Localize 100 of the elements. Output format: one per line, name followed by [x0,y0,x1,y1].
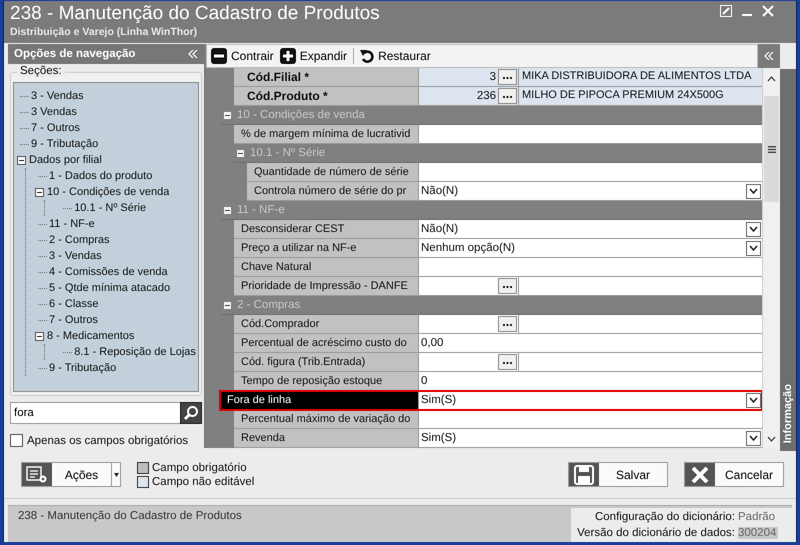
field-label: Quantidade de número de série [247,163,419,181]
tree-item[interactable]: 7 - Outros [49,314,98,326]
input-field[interactable]: 0 [419,372,762,390]
scrollbar-thumb[interactable] [764,96,779,202]
field-label: Preço a utilizar na NF-e [234,239,419,257]
expand-button[interactable]: Expandir [280,48,354,64]
chevron-down-icon [749,245,758,251]
ellipsis-button[interactable] [498,354,517,370]
minus-icon [211,48,227,64]
dropdown-button[interactable] [746,222,761,236]
expander-icon[interactable] [224,112,231,118]
lookup-field[interactable] [419,315,519,333]
actions-button[interactable]: Ações [21,462,121,488]
tree-item[interactable]: 9 - Tributação [31,138,98,150]
search-field[interactable]: fora [10,402,180,424]
cancel-button[interactable]: Cancelar [684,462,784,488]
field-value: 3 [490,71,496,83]
status-label: Versão do dicionário de dados: [577,527,735,540]
expander-icon[interactable] [237,150,244,156]
tree-item[interactable]: 10.1 - Nº Série [74,202,146,214]
collapse-button[interactable]: Contrair [211,48,280,64]
status-label: Configuração do dicionário: [594,511,735,524]
scrollbar[interactable] [762,68,780,448]
tree-item[interactable]: Dados por filial [29,154,102,166]
expander-icon[interactable] [35,332,44,340]
lookup-field[interactable]: 236 [419,87,519,105]
group-title: 10.1 - Nº Série [250,147,326,159]
plus-icon [280,48,296,64]
undo-icon [360,48,374,64]
lookup-field[interactable] [419,353,519,371]
legend-label: Campo não editável [152,476,254,488]
tree-item[interactable]: 3 - Vendas [49,250,102,262]
field-value: 236 [476,90,496,102]
dropdown-button[interactable] [746,240,761,256]
expander-icon[interactable] [35,188,44,196]
collapse-panel-icon [764,52,774,60]
legend-swatch [137,462,149,474]
field-label: Tempo de reposição estoque [234,372,419,390]
field-label: % de margem mínima de lucrativid [234,125,419,143]
caret-icon [114,472,118,477]
dropdown-field[interactable]: Nenhum opção(N) [419,239,762,257]
window-subtitle: Distribuição e Varejo (Linha WinThor) [10,26,198,38]
checkbox[interactable] [10,434,23,447]
expander-icon[interactable] [224,302,231,308]
dropdown-button[interactable] [746,430,761,446]
tree-item[interactable]: 8.1 - Reposição de Lojas [74,346,196,358]
chevron-down-icon [749,188,758,194]
tree-item[interactable]: 1 - Dados do produto [49,170,152,182]
field-label: Cód.Comprador [234,315,419,333]
dropdown-button[interactable] [746,392,761,408]
tree-item[interactable]: 10 - Condições de venda [47,186,170,198]
field-label: Percentual de acréscimo custo do [234,334,419,352]
ellipsis-button[interactable] [498,278,517,294]
scroll-up-icon [767,76,776,82]
group-title: 2 - Compras [237,299,300,311]
ellipsis-button[interactable] [498,316,517,332]
tree-item[interactable]: 7 - Outros [31,122,80,134]
tree-item[interactable]: 3 - Vendas [31,90,84,102]
search-button[interactable] [180,402,202,424]
description-text: MILHO DE PIPOCA PREMIUM 24X500G [522,89,724,101]
tree-item[interactable]: 5 - Qtde mínima atacado [49,282,170,294]
group-title: 11 - NF-e [237,204,285,216]
dropdown-field[interactable]: Não(N) [419,182,762,200]
input-field[interactable] [419,410,762,428]
ellipsis-button[interactable] [498,69,517,85]
chevron-down-icon [749,226,758,232]
lookup-field[interactable]: 3 [419,68,519,86]
dropdown-field[interactable]: Sim(S) [419,429,762,447]
chevron-down-icon [749,397,758,403]
lookup-field[interactable] [419,277,519,295]
edit-window-icon [720,5,732,17]
input-field[interactable] [419,258,762,276]
description-text: MIKA DISTRIBUIDORA DE ALIMENTOS LTDA [522,70,752,82]
tree-item[interactable]: 2 - Compras [49,234,110,246]
tree-item[interactable]: 9 - Tributação [49,362,116,374]
tree-item[interactable]: 11 - NF-e [49,218,95,230]
input-field[interactable] [419,125,762,143]
restore-button[interactable]: Restaurar [360,48,437,64]
tree-item[interactable]: 3 Vendas [31,106,77,118]
tree-item[interactable]: 8 - Medicamentos [47,330,134,342]
close-icon [762,5,774,17]
field-label: Cód. figura (Trib.Entrada) [234,353,419,371]
tree-item[interactable]: 4 - Comissões de venda [49,266,168,278]
dropdown-field[interactable]: Não(N) [419,220,762,238]
expander-icon[interactable] [17,156,26,164]
status-value: 300204 [738,527,778,540]
side-tab[interactable]: Informação [780,69,796,451]
field-label: Chave Natural [234,258,419,276]
minimize-icon [742,14,752,16]
dropdown-field[interactable]: Sim(S) [419,391,762,409]
field-label: Cód.Filial * [234,68,419,86]
ellipsis-button[interactable] [498,88,517,104]
save-button[interactable]: Salvar [568,462,668,488]
dropdown-button[interactable] [746,184,761,198]
input-field[interactable]: 0,00 [419,334,762,352]
expander-icon[interactable] [224,206,231,214]
status-text: 238 - Manutenção do Cadastro de Produtos [18,509,242,524]
tree-item[interactable]: 6 - Classe [49,298,99,310]
scroll-down-icon [767,436,776,442]
input-field[interactable] [419,163,762,181]
